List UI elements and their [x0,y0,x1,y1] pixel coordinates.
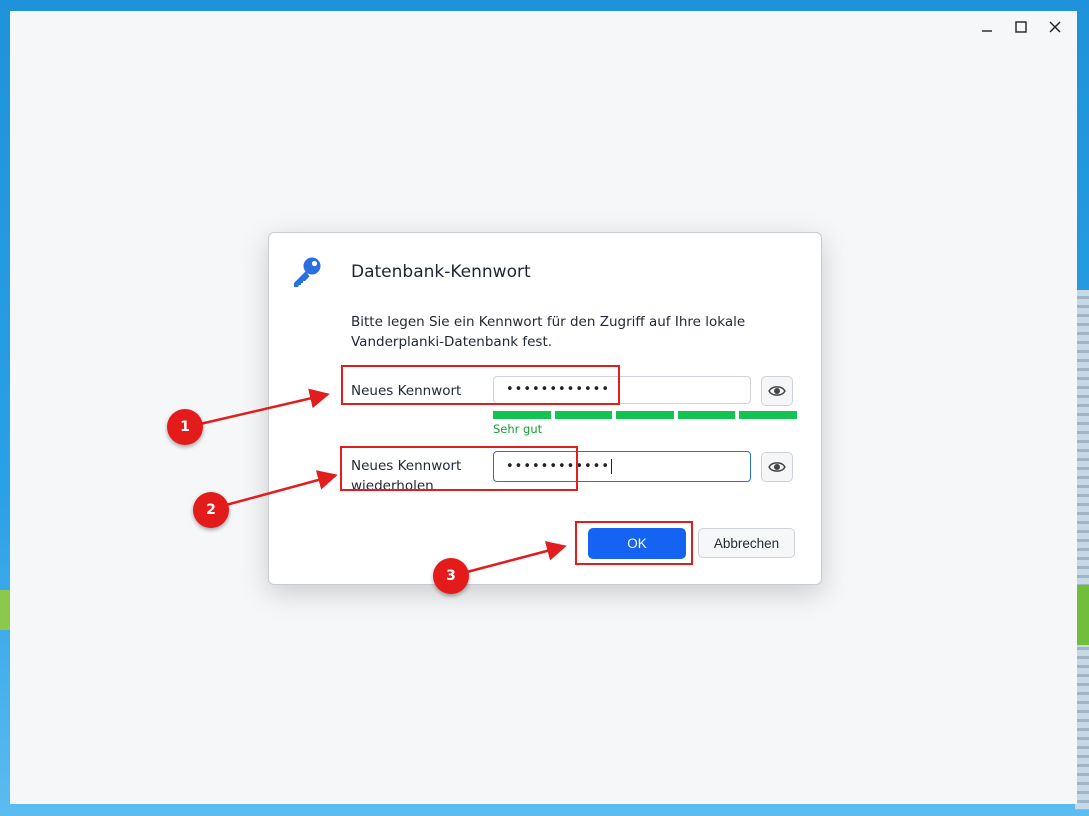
window-controls [973,15,1069,39]
highlight-box-repeat-password [340,446,578,491]
key-icon [294,257,321,287]
close-button[interactable] [1041,15,1069,39]
maximize-icon [1015,21,1027,33]
eye-icon [768,386,786,396]
password-dialog: Datenbank-Kennwort Bitte legen Sie ein K… [268,232,822,585]
dialog-description: Bitte legen Sie ein Kennwort für den Zug… [351,314,746,350]
dialog-title: Datenbank-Kennwort [351,262,531,282]
strength-label: Sehr gut [493,422,543,436]
minimize-icon [982,30,992,32]
minimize-button[interactable] [973,15,1001,39]
strength-segment [739,411,797,419]
strength-segment [616,411,674,419]
background-tree [1075,585,1089,645]
close-icon [1049,21,1061,33]
show-new-password-button[interactable] [761,376,793,406]
step-badge-1: 1 [167,409,203,445]
background-building [1075,290,1089,810]
step-badge-3: 3 [433,558,469,594]
password-strength-meter [493,411,797,419]
strength-segment [493,411,551,419]
step-badge-2: 2 [193,492,229,528]
highlight-box-new-password [341,365,620,405]
strength-segment [554,411,613,419]
eye-icon [768,462,786,472]
cancel-button[interactable]: Abbrechen [698,528,795,558]
maximize-button[interactable] [1007,15,1035,39]
highlight-box-ok [575,521,693,565]
show-repeat-password-button[interactable] [761,452,793,482]
app-window: Datenbank-Kennwort Bitte legen Sie ein K… [10,11,1077,804]
text-caret [611,459,613,474]
strength-segment [677,411,736,419]
